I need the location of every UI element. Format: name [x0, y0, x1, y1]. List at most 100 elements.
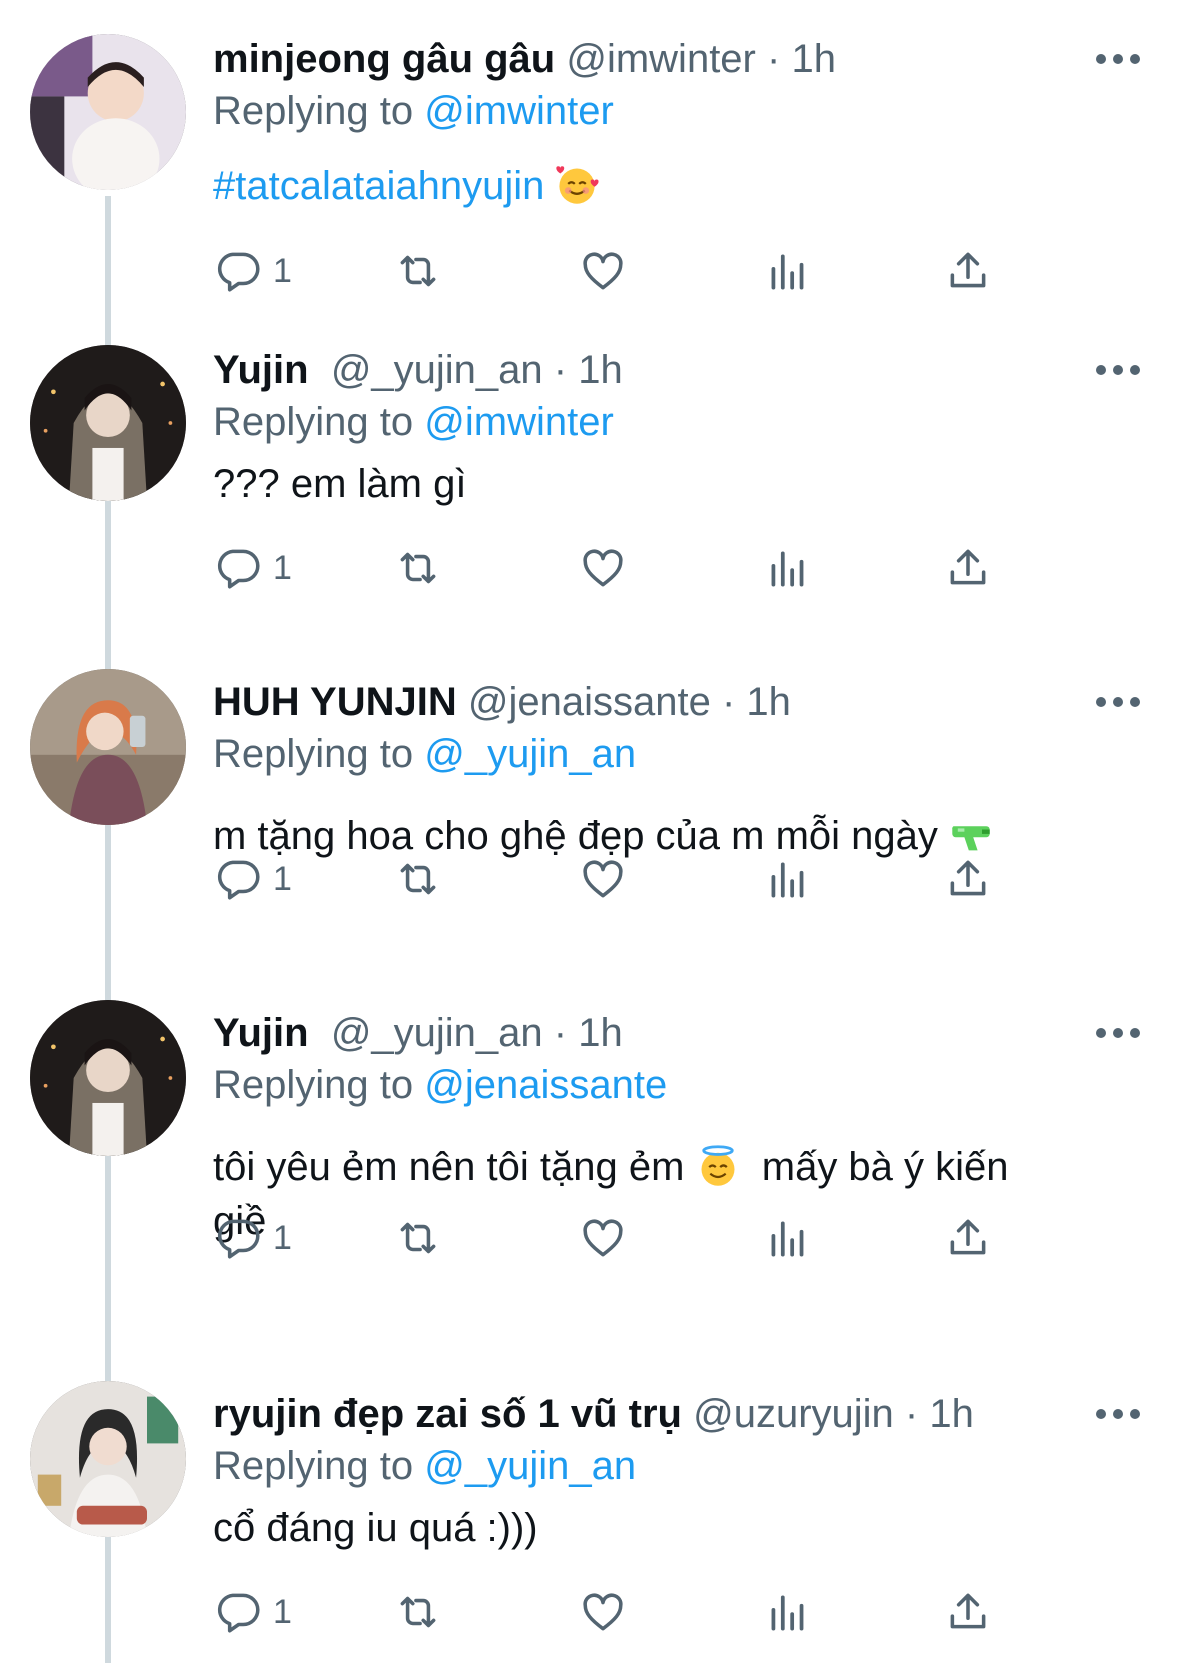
share-icon — [950, 1593, 986, 1629]
reply-count: 1 — [273, 859, 292, 898]
replying-mention[interactable]: @imwinter — [424, 89, 614, 133]
display-name[interactable]: minjeong gâu gâu — [213, 37, 555, 81]
share-icon — [950, 860, 986, 896]
timestamp[interactable]: 1h — [578, 1011, 623, 1055]
tweet-text-content: ??? em làm gì — [213, 462, 467, 506]
replying-mention[interactable]: @imwinter — [424, 400, 614, 444]
tweet-header: minjeong gâu gâu @imwinter · 1h — [213, 34, 836, 84]
user-handle[interactable]: @_yujin_an — [331, 348, 543, 392]
reply-count: 1 — [273, 548, 292, 587]
tweet-actions: 1 — [213, 541, 1093, 595]
views-button[interactable] — [763, 541, 813, 595]
replying-prefix: Replying to — [213, 1444, 414, 1488]
retweet-icon — [400, 552, 436, 584]
reply-button[interactable]: 1 — [213, 541, 292, 595]
more-icon[interactable] — [1096, 345, 1140, 395]
display-name[interactable]: HUH YUNJIN — [213, 680, 457, 724]
tweet-actions: 1 — [213, 1585, 1093, 1639]
timestamp[interactable]: 1h — [791, 37, 836, 81]
hashtag-link[interactable]: #tatcalataiahnyujin — [213, 164, 544, 208]
user-handle[interactable]: @jenaissante — [468, 680, 711, 724]
views-icon — [771, 1595, 804, 1631]
more-icon[interactable] — [1096, 34, 1140, 84]
share-button[interactable] — [943, 1211, 993, 1265]
retweet-button[interactable] — [393, 852, 443, 906]
avatar[interactable] — [30, 345, 186, 501]
display-name[interactable]: Yujin — [213, 348, 309, 392]
views-button[interactable] — [763, 244, 813, 298]
reply-button[interactable]: 1 — [213, 244, 292, 298]
like-button[interactable] — [578, 541, 628, 595]
timestamp[interactable]: 1h — [929, 1392, 974, 1436]
share-button[interactable] — [943, 541, 993, 595]
user-handle[interactable]: @imwinter — [566, 37, 756, 81]
tweet-header: ryujin đẹp zai số 1 vũ trụ @uzuryujin · … — [213, 1389, 974, 1439]
avatar-photo — [30, 1000, 186, 1156]
smiling-face-with-hearts-icon — [556, 166, 600, 204]
share-button[interactable] — [943, 244, 993, 298]
replying-prefix: Replying to — [213, 732, 414, 776]
replying-to: Replying to @jenaissante — [213, 1060, 667, 1110]
retweet-button[interactable] — [393, 244, 443, 298]
tweet-text: cổ đáng iu quá :))) — [213, 1501, 1113, 1555]
smiling-face-with-halo-icon — [701, 1145, 735, 1186]
timestamp[interactable]: 1h — [578, 348, 623, 392]
more-icon[interactable] — [1096, 677, 1140, 727]
separator: · — [553, 1011, 568, 1055]
views-icon — [771, 862, 804, 898]
display-name[interactable]: Yujin — [213, 1011, 309, 1055]
avatar[interactable] — [30, 34, 186, 190]
avatar[interactable] — [30, 1000, 186, 1156]
share-button[interactable] — [943, 1585, 993, 1639]
reply-button[interactable]: 1 — [213, 1211, 292, 1265]
share-button[interactable] — [943, 852, 993, 906]
views-button[interactable] — [763, 1211, 813, 1265]
replying-prefix: Replying to — [213, 1063, 414, 1107]
replying-mention[interactable]: @_yujin_an — [424, 732, 636, 776]
avatar-photo — [30, 34, 186, 190]
tweet-header: HUH YUNJIN @jenaissante · 1h — [213, 677, 791, 727]
user-handle[interactable]: @uzuryujin — [693, 1392, 894, 1436]
like-button[interactable] — [578, 1211, 628, 1265]
tweet-actions: 1 — [213, 244, 1093, 298]
reply-icon — [217, 252, 260, 292]
like-button[interactable] — [578, 1585, 628, 1639]
replying-to: Replying to @imwinter — [213, 397, 614, 447]
reply-icon — [217, 1219, 260, 1259]
reply-count: 1 — [273, 1592, 292, 1631]
like-icon — [583, 860, 623, 898]
retweet-button[interactable] — [393, 1211, 443, 1265]
like-button[interactable] — [578, 852, 628, 906]
tweet-text: #tatcalataiahnyujin — [213, 159, 1113, 213]
like-icon — [583, 549, 623, 587]
replying-to: Replying to @_yujin_an — [213, 1441, 636, 1491]
reply-count: 1 — [273, 1218, 292, 1257]
reply-icon — [217, 860, 260, 900]
reply-button[interactable]: 1 — [213, 852, 292, 906]
separator: · — [767, 37, 781, 81]
user-handle[interactable]: @_yujin_an — [331, 1011, 543, 1055]
like-button[interactable] — [578, 244, 628, 298]
separator: · — [553, 348, 568, 392]
views-button[interactable] — [763, 852, 813, 906]
views-icon — [771, 254, 804, 290]
reply-icon — [217, 1593, 260, 1633]
more-icon[interactable] — [1096, 1389, 1140, 1439]
retweet-button[interactable] — [393, 541, 443, 595]
avatar-photo — [30, 669, 186, 825]
avatar-photo — [30, 345, 186, 501]
separator: · — [904, 1392, 919, 1436]
replying-mention[interactable]: @jenaissante — [424, 1063, 667, 1107]
avatar[interactable] — [30, 669, 186, 825]
replying-mention[interactable]: @_yujin_an — [424, 1444, 636, 1488]
timestamp[interactable]: 1h — [746, 680, 791, 724]
views-button[interactable] — [763, 1585, 813, 1639]
like-icon — [583, 1593, 623, 1631]
more-icon[interactable] — [1096, 1008, 1140, 1058]
reply-button[interactable]: 1 — [213, 1585, 292, 1639]
retweet-button[interactable] — [393, 1585, 443, 1639]
tweet-text-content: cổ đáng iu quá :))) — [213, 1506, 538, 1550]
display-name[interactable]: ryujin đẹp zai số 1 vũ trụ — [213, 1392, 682, 1436]
avatar[interactable] — [30, 1381, 186, 1537]
retweet-icon — [400, 863, 436, 895]
